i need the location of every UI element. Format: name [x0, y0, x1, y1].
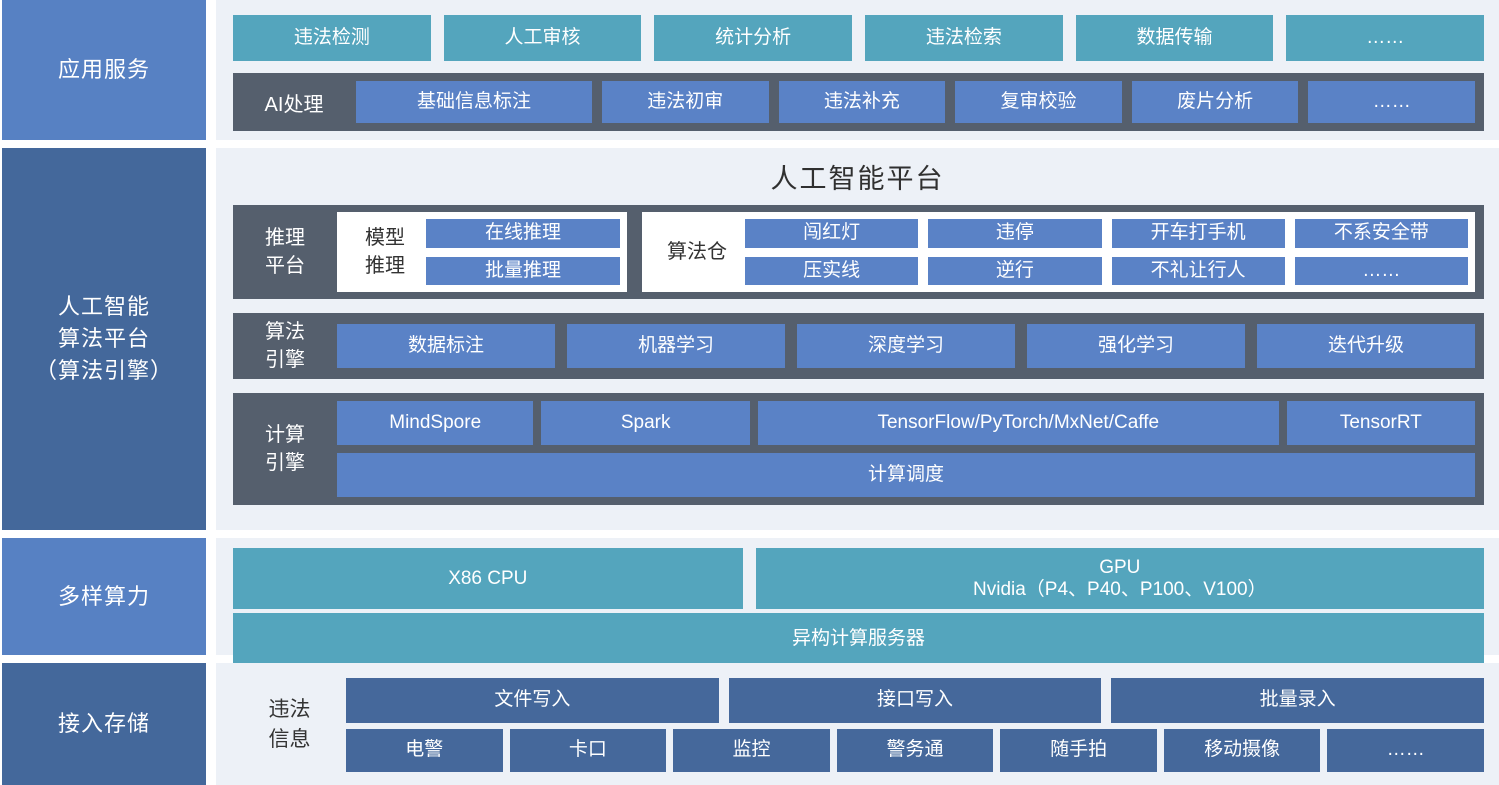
algo-box: 逆行 [928, 257, 1101, 286]
app-services-panel: 违法检测 人工审核 统计分析 违法检索 数据传输 …… AI处理 基础信息标注 … [216, 0, 1499, 140]
band-ai-platform: 人工智能 算法平台 （算法引擎） 人工智能平台 推理 平台 模型 推理 在线推理… [0, 148, 1499, 530]
write-mode-box: 批量录入 [1111, 678, 1484, 723]
band-access-storage: 接入存储 违法 信息 文件写入 接口写入 批量录入 电警 卡口 监控 警务通 随… [0, 663, 1499, 785]
hetero-server-box: 异构计算服务器 [233, 613, 1484, 665]
access-storage-panel: 违法 信息 文件写入 接口写入 批量录入 电警 卡口 监控 警务通 随手拍 移动… [216, 663, 1499, 785]
violation-info-label: 违法 信息 [233, 678, 346, 772]
sidebar-item-access-storage: 接入存储 [2, 663, 206, 785]
algo-store-group: 算法仓 闯红灯 违停 开车打手机 不系安全带 压实线 逆行 不礼让行人 …… [642, 212, 1475, 292]
compute-framework-box: TensorRT [1287, 401, 1475, 445]
source-box: 移动摄像 [1164, 729, 1321, 773]
inference-platform-container: 推理 平台 模型 推理 在线推理 批量推理 算法仓 闯红灯 违停 开车打手机 不… [233, 205, 1484, 299]
algo-engine-label: 算法 引擎 [233, 324, 337, 368]
algo-engine-box: 深度学习 [797, 324, 1015, 368]
compute-engine-container: 计算 引擎 MindSpore Spark TensorFlow/PyTorch… [233, 393, 1484, 505]
compute-framework-box: Spark [541, 401, 750, 445]
processor-row: X86 CPU GPU Nvidia（P4、P40、P100、V100） [233, 548, 1484, 609]
ai-process-box: 废片分析 [1132, 81, 1299, 123]
write-mode-box: 接口写入 [729, 678, 1102, 723]
compute-engine-label: 计算 引擎 [233, 401, 337, 497]
algo-engine-box: 迭代升级 [1257, 324, 1475, 368]
source-row: 电警 卡口 监控 警务通 随手拍 移动摄像 …… [346, 729, 1484, 773]
ai-process-box: 基础信息标注 [356, 81, 592, 123]
algo-engine-buttons: 数据标注 机器学习 深度学习 强化学习 迭代升级 [337, 324, 1475, 368]
compute-framework-box: TensorFlow/PyTorch/MxNet/Caffe [758, 401, 1279, 445]
service-box: 违法检测 [233, 15, 431, 61]
cpu-box: X86 CPU [233, 548, 743, 609]
inference-platform-label: 推理 平台 [233, 212, 337, 292]
algo-box: 不礼让行人 [1112, 257, 1285, 286]
algo-box: 违停 [928, 219, 1101, 248]
ai-process-box-more: …… [1308, 81, 1475, 123]
model-inference-group: 模型 推理 在线推理 批量推理 [337, 212, 627, 292]
service-box: 统计分析 [654, 15, 852, 61]
computing-power-layout: X86 CPU GPU Nvidia（P4、P40、P100、V100） 异构计… [216, 538, 1499, 672]
storage-buttons: 文件写入 接口写入 批量录入 电警 卡口 监控 警务通 随手拍 移动摄像 …… [346, 678, 1484, 772]
service-box-more: …… [1286, 15, 1484, 61]
source-box: 警务通 [837, 729, 994, 773]
band-computing-power: 多样算力 X86 CPU GPU Nvidia（P4、P40、P100、V100… [0, 538, 1499, 655]
ai-process-box: 复审校验 [955, 81, 1122, 123]
band-app-services: 应用服务 违法检测 人工审核 统计分析 违法检索 数据传输 …… AI处理 基础… [0, 0, 1499, 140]
algo-box: 压实线 [745, 257, 918, 286]
algo-engine-box: 机器学习 [567, 324, 785, 368]
algo-box: 开车打手机 [1112, 219, 1285, 248]
compute-scheduler-box: 计算调度 [337, 453, 1475, 497]
algo-box: 闯红灯 [745, 219, 918, 248]
compute-framework-row: MindSpore Spark TensorFlow/PyTorch/MxNet… [337, 401, 1475, 445]
algo-box: 不系安全带 [1295, 219, 1468, 248]
service-box: 违法检索 [865, 15, 1063, 61]
write-mode-row: 文件写入 接口写入 批量录入 [346, 678, 1484, 723]
source-box: 卡口 [510, 729, 667, 773]
algo-engine-box: 强化学习 [1027, 324, 1245, 368]
algo-engine-container: 算法 引擎 数据标注 机器学习 深度学习 强化学习 迭代升级 [233, 313, 1484, 379]
algo-store-label: 算法仓 [649, 219, 745, 285]
sidebar-item-computing-power: 多样算力 [2, 538, 206, 655]
service-button-row: 违法检测 人工审核 统计分析 违法检索 数据传输 …… [216, 0, 1499, 61]
inference-box: 批量推理 [426, 257, 620, 286]
sidebar-item-app-services: 应用服务 [2, 0, 206, 140]
storage-layout: 违法 信息 文件写入 接口写入 批量录入 电警 卡口 监控 警务通 随手拍 移动… [216, 663, 1499, 785]
algo-store-grid: 闯红灯 违停 开车打手机 不系安全带 压实线 逆行 不礼让行人 …… [745, 219, 1468, 285]
compute-engine-buttons: MindSpore Spark TensorFlow/PyTorch/MxNet… [337, 401, 1475, 497]
ai-process-box: 违法补充 [779, 81, 946, 123]
architecture-diagram: 应用服务 违法检测 人工审核 统计分析 违法检索 数据传输 …… AI处理 基础… [0, 0, 1499, 785]
inference-box: 在线推理 [426, 219, 620, 248]
service-box: 数据传输 [1076, 15, 1274, 61]
source-box: 电警 [346, 729, 503, 773]
ai-platform-panel: 人工智能平台 推理 平台 模型 推理 在线推理 批量推理 算法仓 闯红灯 违停 … [216, 148, 1499, 530]
service-box: 人工审核 [444, 15, 642, 61]
ai-process-bar: AI处理 基础信息标注 违法初审 违法补充 复审校验 废片分析 …… [233, 73, 1484, 131]
source-box: 监控 [673, 729, 830, 773]
platform-title: 人工智能平台 [216, 148, 1499, 205]
gpu-box: GPU Nvidia（P4、P40、P100、V100） [756, 548, 1484, 609]
source-box-more: …… [1327, 729, 1484, 773]
model-inference-label: 模型 推理 [344, 219, 426, 285]
ai-process-box: 违法初审 [602, 81, 769, 123]
write-mode-box: 文件写入 [346, 678, 719, 723]
ai-process-label: AI处理 [242, 88, 346, 117]
sidebar-item-ai-platform: 人工智能 算法平台 （算法引擎） [2, 148, 206, 530]
model-inference-buttons: 在线推理 批量推理 [426, 219, 620, 285]
algo-box-more: …… [1295, 257, 1468, 286]
algo-engine-box: 数据标注 [337, 324, 555, 368]
source-box: 随手拍 [1000, 729, 1157, 773]
computing-power-panel: X86 CPU GPU Nvidia（P4、P40、P100、V100） 异构计… [216, 538, 1499, 655]
compute-framework-box: MindSpore [337, 401, 533, 445]
